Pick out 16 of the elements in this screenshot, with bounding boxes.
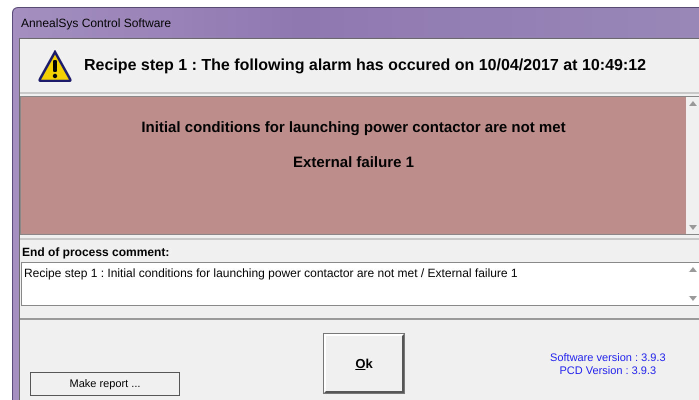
- scrollbar[interactable]: [686, 97, 699, 234]
- scroll-up-icon[interactable]: [688, 267, 696, 272]
- alarm-heading: Recipe step 1 : The following alarm has occured on 10/04/2017 at 10:49:12: [84, 56, 646, 74]
- ok-button[interactable]: Ok: [324, 334, 404, 393]
- comment-text: Recipe step 1 : Initial conditions for launching power contactor are not met / External failure 1: [23, 265, 519, 282]
- window-title: AnnealSys Control Software: [21, 16, 172, 30]
- scroll-down-icon[interactable]: [688, 296, 696, 301]
- warning-icon: [38, 50, 72, 82]
- scroll-up-icon[interactable]: [688, 101, 696, 106]
- version-text: Software version : 3.9.3: [550, 352, 666, 365]
- comment-field[interactable]: Recipe step 1 : Initial conditions for launching power contactor are not met / External failure 1: [21, 262, 699, 306]
- alarm-text: Initial conditions for launching power contactor are not met: [141, 119, 566, 136]
- alarm-text: External failure 1: [293, 154, 414, 171]
- make-report-button[interactable]: Make report ...: [30, 372, 180, 396]
- version-text: PCD Version : 3.9.3: [559, 365, 656, 378]
- scroll-down-icon[interactable]: [688, 225, 696, 230]
